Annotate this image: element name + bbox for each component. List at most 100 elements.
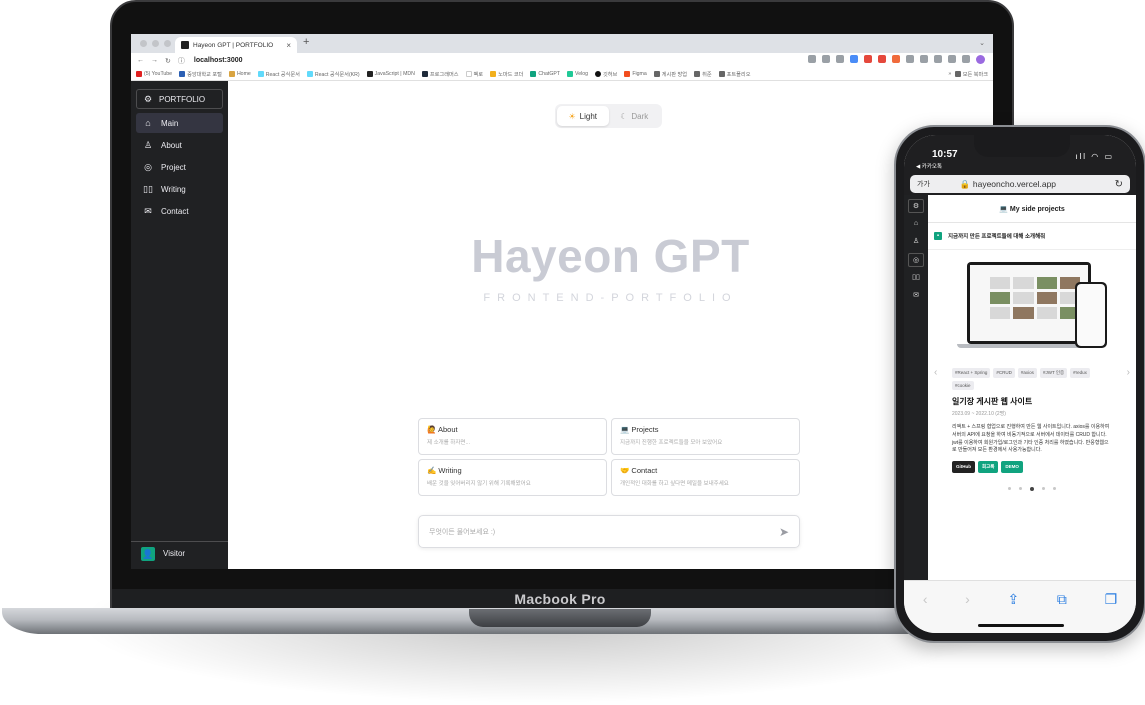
portfolio-app: ⚙ PORTFOLIO ⌂ Main ♙ About ◎ Project ▯▯ …	[131, 81, 993, 569]
book-icon[interactable]: ▯▯	[908, 271, 924, 285]
bookmark-folder[interactable]: 취준	[694, 71, 712, 78]
close-icon[interactable]: ×	[286, 41, 291, 50]
status-time: 10:57	[932, 149, 958, 160]
sidebar-item-writing[interactable]: ▯▯ Writing	[136, 179, 223, 199]
user-avatar-icon: ▪	[934, 232, 942, 240]
bookmark-item[interactable]: 프로그래머스	[421, 71, 459, 78]
phone-notch	[974, 135, 1070, 157]
bookmark-item[interactable]: 깃허브	[595, 71, 617, 78]
bookmark-item[interactable]: 중앙대학교 포털	[179, 71, 222, 78]
chevron-down-icon[interactable]: ⌄	[979, 39, 985, 47]
bookmark-item[interactable]: JavaScript | MDN	[366, 71, 415, 77]
retrospective-button[interactable]: 회고록	[978, 461, 999, 473]
list-icon[interactable]	[948, 55, 956, 63]
chat-icon: ◎	[144, 161, 152, 172]
laptop-screen: Hayeon GPT | PORTFOLIO × + ⌄ ← → ↻ ⓘ loc…	[131, 34, 993, 569]
bookmark-item[interactable]: 벡로	[465, 71, 483, 78]
project-links: GitHub 회고록 DEMO	[928, 461, 1136, 473]
reload-icon[interactable]: ↻	[165, 57, 171, 65]
bookmark-item[interactable]: React 공식문서(KR)	[306, 71, 360, 78]
light-theme-button[interactable]: ☀ Light	[557, 106, 609, 126]
forward-arrow-icon[interactable]: →	[151, 57, 158, 64]
window-controls[interactable]	[140, 40, 171, 47]
bookmark-folder[interactable]: 게시판 방업	[653, 71, 687, 78]
book-icon: ▯▯	[143, 183, 153, 194]
carousel-dot[interactable]	[1008, 487, 1011, 490]
browser-tab[interactable]: Hayeon GPT | PORTFOLIO ×	[175, 37, 297, 53]
all-bookmarks[interactable]: » 모든 북마크	[948, 71, 988, 78]
carousel-dot[interactable]	[1042, 487, 1045, 490]
bookmark-item[interactable]: ChatGPT	[530, 71, 560, 77]
project-date: 2023.09 ~ 2022.10 (2명)	[952, 411, 1006, 417]
bookmark-item[interactable]: React 공식문서	[257, 71, 300, 78]
safari-address-bar: 가가 🔒 hayeoncho.vercel.app ↻	[904, 173, 1136, 195]
back-to-app[interactable]: ◀ 카카오톡	[916, 162, 942, 170]
back-icon[interactable]: ‹	[923, 591, 928, 633]
mail-icon[interactable]: ✉	[908, 289, 924, 303]
share-icon[interactable]	[822, 55, 830, 63]
tabs-icon[interactable]: ❐	[1105, 591, 1118, 633]
send-icon[interactable]: ➤	[779, 525, 789, 539]
reload-icon[interactable]: ↻	[1115, 179, 1123, 190]
home-icon: ⌂	[145, 118, 151, 128]
card-writing[interactable]: ✍️ Writing 배운 것을 잊어버리지 않기 위해 기록해왔어요	[418, 459, 607, 496]
url-field[interactable]: localhost:3000	[194, 57, 243, 64]
star-icon[interactable]	[836, 55, 844, 63]
camera-icon[interactable]	[920, 55, 928, 63]
card-about[interactable]: 🙋 About 제 소개를 하자면...	[418, 418, 607, 455]
extension-icon[interactable]	[892, 55, 900, 63]
terminal-favicon-icon	[181, 41, 189, 49]
github-button[interactable]: GitHub	[952, 461, 975, 473]
bookmark-item[interactable]: 노마드 코더	[490, 71, 523, 78]
bookmark-item[interactable]: Figma	[624, 71, 647, 77]
prompt-input[interactable]: 무엇이든 물어보세요 :) ➤	[418, 515, 800, 548]
sidebar-item-contact[interactable]: ✉ Contact	[136, 201, 223, 221]
dark-theme-button[interactable]: ☾ Dark	[609, 106, 661, 126]
extension-icon[interactable]	[906, 55, 914, 63]
extension-icon[interactable]	[850, 55, 858, 63]
new-tab-button[interactable]: +	[303, 36, 309, 48]
chevron-right-icon[interactable]: ›	[1127, 367, 1130, 378]
demo-button[interactable]: DEMO	[1001, 461, 1023, 473]
tag: #axios	[1017, 368, 1037, 378]
tag: #React + Spring	[952, 368, 991, 378]
signal-wifi-battery-icon: ıll ◠ ▭	[1075, 152, 1114, 161]
domain-label: hayeoncho.vercel.app	[972, 178, 1057, 189]
chat-icon[interactable]: ◎	[908, 253, 924, 267]
card-projects[interactable]: 💻 Projects 지금까지 진행한 프로젝트들을 모아 보았어요	[611, 418, 800, 455]
mobile-main: 💻 My side projects ▪ 지금까지 만든 프로젝트들에 대해 소…	[928, 195, 1136, 580]
extension-icon[interactable]	[864, 55, 872, 63]
carousel-dot[interactable]	[1019, 487, 1022, 490]
sidebar-item-project[interactable]: ◎ Project	[136, 157, 223, 177]
user-icon[interactable]: ♙	[908, 235, 924, 249]
user-icon: ♙	[143, 139, 153, 150]
forward-icon[interactable]: ›	[965, 591, 970, 633]
extension-icon[interactable]	[878, 55, 886, 63]
sidebar-item-main[interactable]: ⌂ Main	[136, 113, 223, 133]
translate-icon[interactable]	[808, 55, 816, 63]
openai-logo-icon[interactable]: ⚙	[908, 199, 924, 213]
visitor-profile[interactable]: 👤 Visitor	[131, 541, 228, 565]
bookmark-item[interactable]: Home	[228, 71, 251, 77]
carousel-dot-active[interactable]	[1030, 486, 1034, 491]
chevron-left-icon[interactable]: ‹	[934, 367, 937, 378]
laptop-label: Macbook Pro	[514, 591, 606, 607]
text-size-button[interactable]: 가가	[917, 179, 930, 189]
main-content: ☀ Light ☾ Dark Hayeon GPT FRONTEND-PORTF…	[228, 81, 993, 569]
sidebar: ⚙ PORTFOLIO ⌂ Main ♙ About ◎ Project ▯▯ …	[131, 81, 228, 569]
profile-avatar[interactable]	[976, 55, 985, 64]
bookmark-folder[interactable]: 포트폴리오	[718, 71, 750, 78]
bookmark-item[interactable]: Velog	[567, 71, 588, 77]
bookmark-item[interactable]: (5) YouTube	[136, 71, 172, 77]
sidepanel-icon[interactable]	[962, 55, 970, 63]
sidebar-brand[interactable]: ⚙ PORTFOLIO	[136, 89, 223, 109]
carousel-dot[interactable]	[1053, 487, 1056, 490]
openai-logo-icon: ⚙	[143, 93, 153, 104]
info-icon[interactable]: ⓘ	[178, 56, 185, 66]
url-field[interactable]: 가가 🔒 hayeoncho.vercel.app ↻	[910, 175, 1130, 193]
home-icon[interactable]: ⌂	[908, 217, 924, 231]
puzzle-icon[interactable]	[934, 55, 942, 63]
sidebar-item-about[interactable]: ♙ About	[136, 135, 223, 155]
back-arrow-icon[interactable]: ←	[137, 57, 144, 64]
card-contact[interactable]: 🤝 Contact 개인적인 대화를 하고 싶다면 메일을 보내주세요	[611, 459, 800, 496]
